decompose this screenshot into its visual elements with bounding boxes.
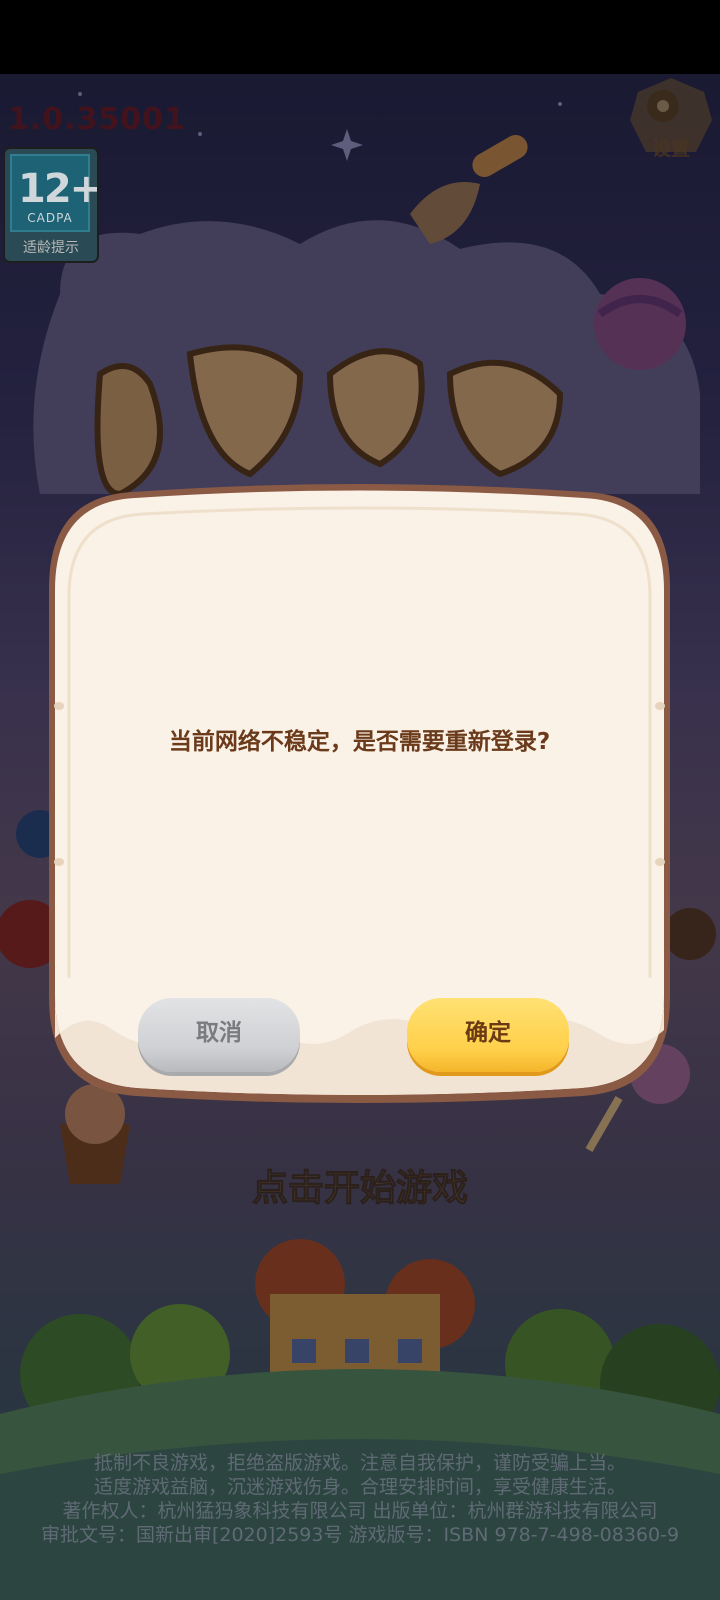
- version-label: 1.0.35001: [8, 102, 186, 137]
- footer-line: 抵制不良游戏，拒绝盗版游戏。注意自我保护，谨防受骗上当。: [93, 1452, 626, 1474]
- status-bar: [0, 0, 720, 74]
- settings-label: 设置: [651, 138, 690, 160]
- cancel-button[interactable]: 取消: [138, 998, 300, 1072]
- relogin-dialog: 当前网络不稳定，是否需要重新登录? 取消 确定: [43, 478, 676, 1103]
- dialog-message: 当前网络不稳定，是否需要重新登录?: [168, 729, 551, 755]
- footer-line: 适度游戏益脑，沉迷游戏伤身。合理安排时间，享受健康生活。: [93, 1476, 626, 1498]
- age-rating-badge: 12+ CADPA 适龄提示: [3, 147, 99, 263]
- footer-line: 著作权人：杭州猛犸象科技有限公司 出版单位：杭州群游科技有限公司: [62, 1500, 658, 1522]
- age-rating-number: 12+: [18, 166, 99, 212]
- start-game-prompt[interactable]: 点击开始游戏: [0, 1159, 720, 1211]
- age-rating-org: CADPA: [27, 211, 73, 225]
- age-rating-box: 12+ CADPA: [10, 154, 97, 232]
- legal-footer: 抵制不良游戏，拒绝盗版游戏。注意自我保护，谨防受骗上当。 适度游戏益脑，沉迷游戏…: [0, 1451, 720, 1547]
- footer-line: 审批文号：国新出审[2020]2593号 游戏版号：ISBN 978-7-498…: [40, 1524, 680, 1546]
- age-rating-label: 适龄提示: [23, 240, 79, 256]
- settings-button[interactable]: 设置: [626, 76, 716, 160]
- confirm-button[interactable]: 确定: [407, 998, 569, 1072]
